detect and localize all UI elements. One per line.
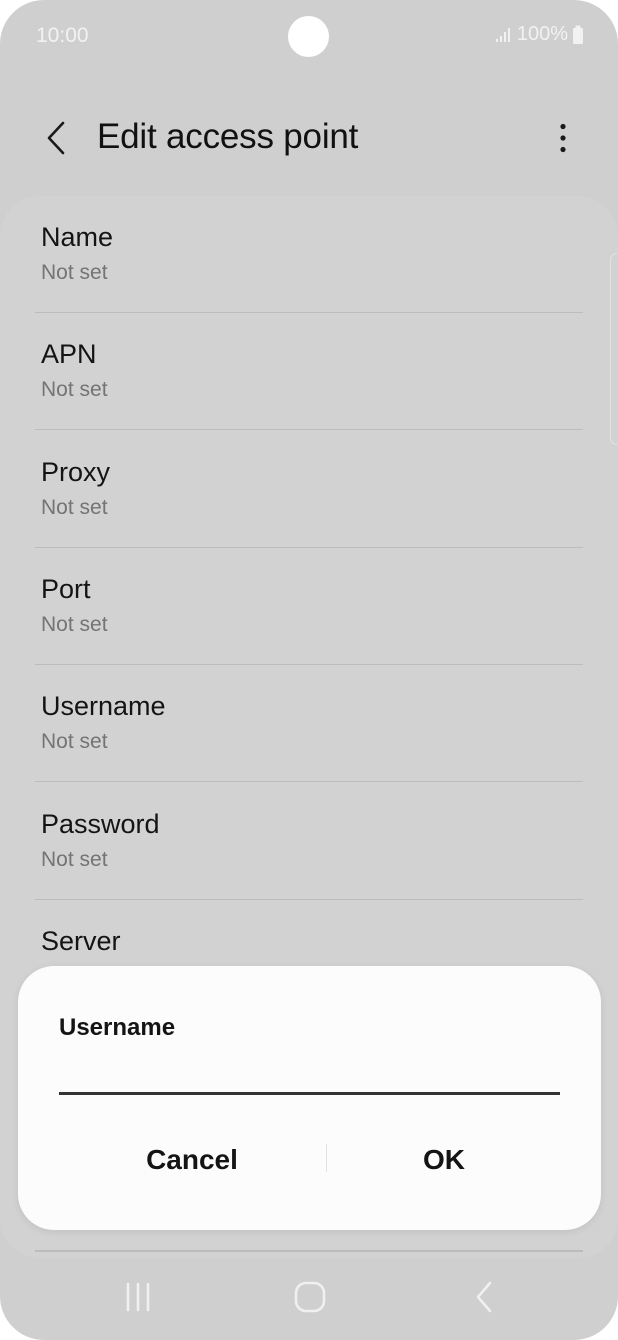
list-item-value: Not set: [41, 496, 108, 519]
list-item-label: Proxy: [41, 457, 111, 487]
list-item-value: Not set: [41, 730, 108, 753]
recent-apps-button[interactable]: [108, 1275, 168, 1323]
list-item-username[interactable]: Username Not set: [0, 665, 618, 782]
status-time: 10:00: [36, 24, 89, 47]
page-title: Edit access point: [97, 117, 359, 156]
more-options-button[interactable]: [548, 118, 578, 162]
back-button[interactable]: [36, 118, 76, 162]
list-item-value: Not set: [41, 378, 108, 401]
ok-button[interactable]: OK: [314, 1132, 574, 1188]
home-button[interactable]: [280, 1275, 340, 1323]
list-item-proxy[interactable]: Proxy Not set: [0, 431, 618, 548]
list-item-port[interactable]: Port Not set: [0, 548, 618, 665]
list-item-name[interactable]: Name Not set: [0, 196, 618, 313]
username-input[interactable]: [59, 1056, 560, 1095]
signal-icon: [495, 27, 513, 43]
status-indicators: 100%: [495, 23, 584, 46]
divider: [35, 428, 583, 430]
divider: [35, 1250, 583, 1252]
list-item-label: Server: [41, 926, 121, 956]
list-item-apn[interactable]: APN Not set: [0, 313, 618, 430]
list-item-value: Not set: [41, 261, 108, 284]
list-item-label: Password: [41, 809, 160, 839]
chevron-left-icon: [45, 121, 67, 160]
list-item-label: Username: [41, 691, 166, 721]
home-icon: [293, 1280, 327, 1319]
list-item-label: Name: [41, 222, 114, 252]
list-item-value: Not set: [41, 848, 108, 871]
list-item-label: Port: [41, 574, 91, 604]
phone-screen: 10:00 100% Edit access point Name Not se…: [0, 0, 618, 1340]
dialog-title: Username: [59, 1014, 176, 1041]
nav-back-button[interactable]: [454, 1275, 514, 1323]
battery-percent: 100%: [516, 23, 568, 45]
more-vertical-icon: [559, 123, 567, 158]
list-item-password[interactable]: Password Not set: [0, 783, 618, 900]
cancel-button[interactable]: Cancel: [62, 1132, 322, 1188]
divider: [35, 780, 583, 782]
username-dialog: Username Cancel OK: [18, 966, 601, 1230]
battery-icon: [572, 25, 584, 45]
back-icon: [473, 1280, 495, 1319]
list-item-label: APN: [41, 339, 97, 369]
front-camera-cutout: [288, 16, 329, 57]
list-item-value: Not set: [41, 613, 108, 636]
recent-apps-icon: [121, 1281, 155, 1318]
